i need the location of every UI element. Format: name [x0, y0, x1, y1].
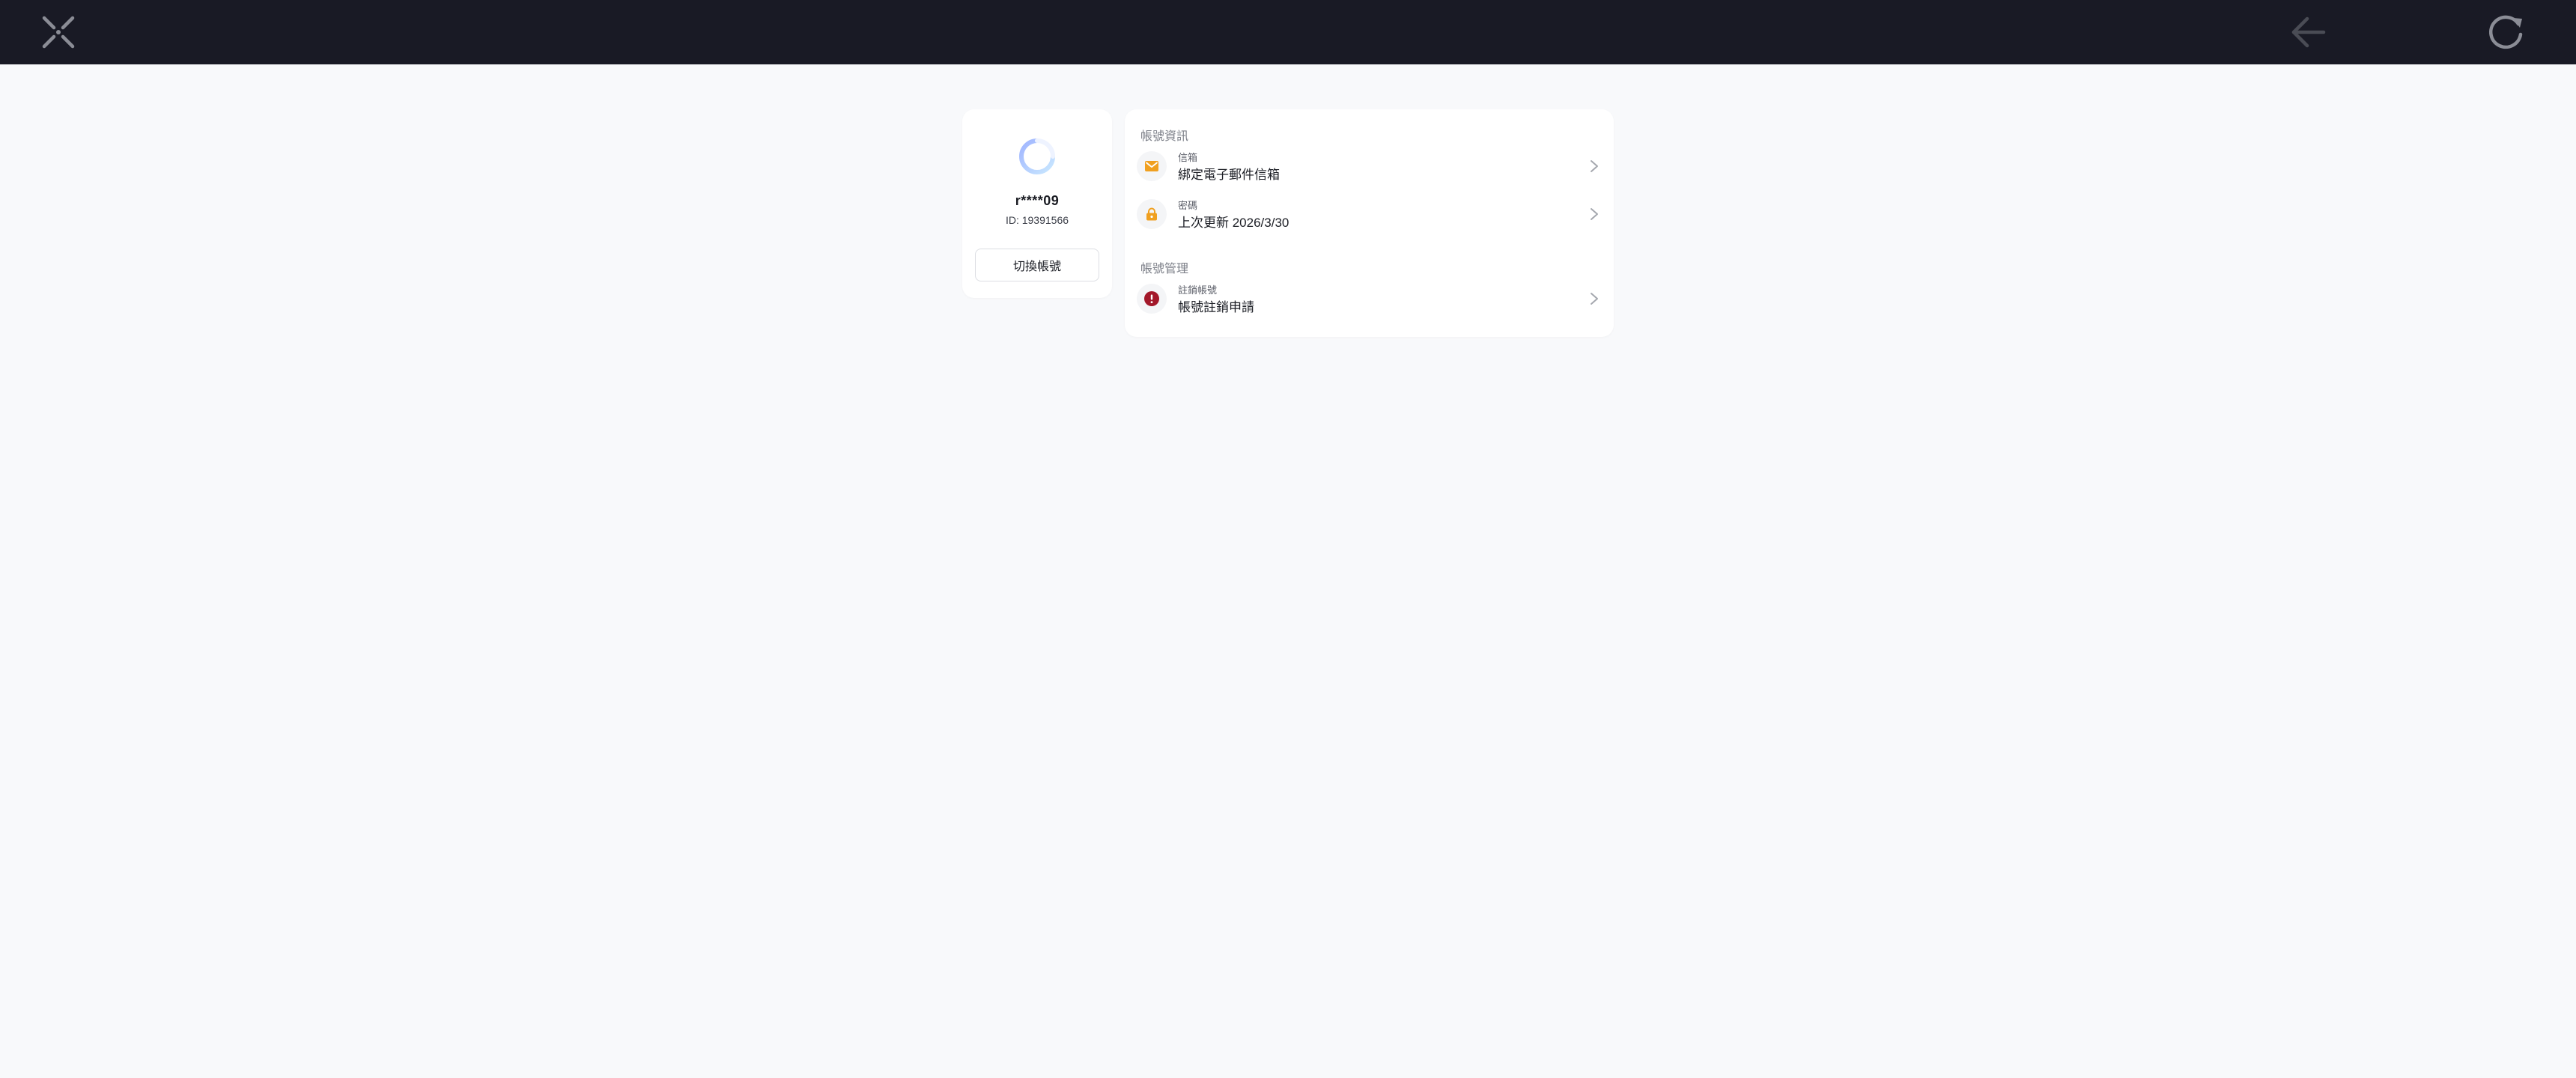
row-email[interactable]: 信箱 綁定電子郵件信箱: [1125, 144, 1614, 189]
row-value: 上次更新 2026/3/30: [1178, 216, 1289, 230]
password-icon-wrapper: [1137, 199, 1167, 229]
switch-account-button[interactable]: 切換帳號: [975, 249, 1099, 281]
user-id: ID: 19391566: [1005, 214, 1069, 226]
refresh-icon: [2489, 15, 2523, 49]
loading-spinner-icon: [1019, 138, 1055, 174]
arrow-left-icon: [2291, 16, 2326, 48]
section-title-account-info: 帳號資訊: [1140, 130, 1189, 143]
row-delete-account[interactable]: 註銷帳號 帳號註銷申請: [1125, 276, 1614, 321]
row-label: 信箱: [1178, 152, 1198, 163]
row-value: 綁定電子郵件信箱: [1178, 168, 1280, 182]
chevron-right-icon: [1591, 208, 1598, 220]
close-button[interactable]: [36, 10, 81, 55]
alert-icon: [1144, 291, 1159, 306]
row-value: 帳號註銷申請: [1178, 300, 1254, 314]
section-title-account-management: 帳號管理: [1140, 263, 1189, 275]
chevron-right-icon: [1591, 293, 1598, 305]
lock-icon: [1146, 207, 1157, 221]
close-x-icon: [42, 16, 75, 49]
chevron-right-icon: [1591, 160, 1598, 172]
email-icon-wrapper: [1137, 151, 1167, 181]
top-bar: [0, 0, 2576, 64]
row-label: 註銷帳號: [1178, 284, 1218, 296]
account-card: 帳號資訊 信箱 綁定電子郵件信箱 密碼 上次更新 2026/3/30 帳號管理: [1125, 109, 1614, 337]
profile-card: r****09 ID: 19391566 切換帳號: [962, 109, 1112, 298]
username: r****09: [1015, 193, 1060, 208]
refresh-button[interactable]: [2483, 10, 2528, 55]
row-password[interactable]: 密碼 上次更新 2026/3/30: [1125, 192, 1614, 237]
row-label: 密碼: [1178, 200, 1198, 211]
mail-icon: [1145, 161, 1158, 171]
back-button[interactable]: [2285, 10, 2330, 55]
delete-account-icon-wrapper: [1137, 284, 1167, 314]
